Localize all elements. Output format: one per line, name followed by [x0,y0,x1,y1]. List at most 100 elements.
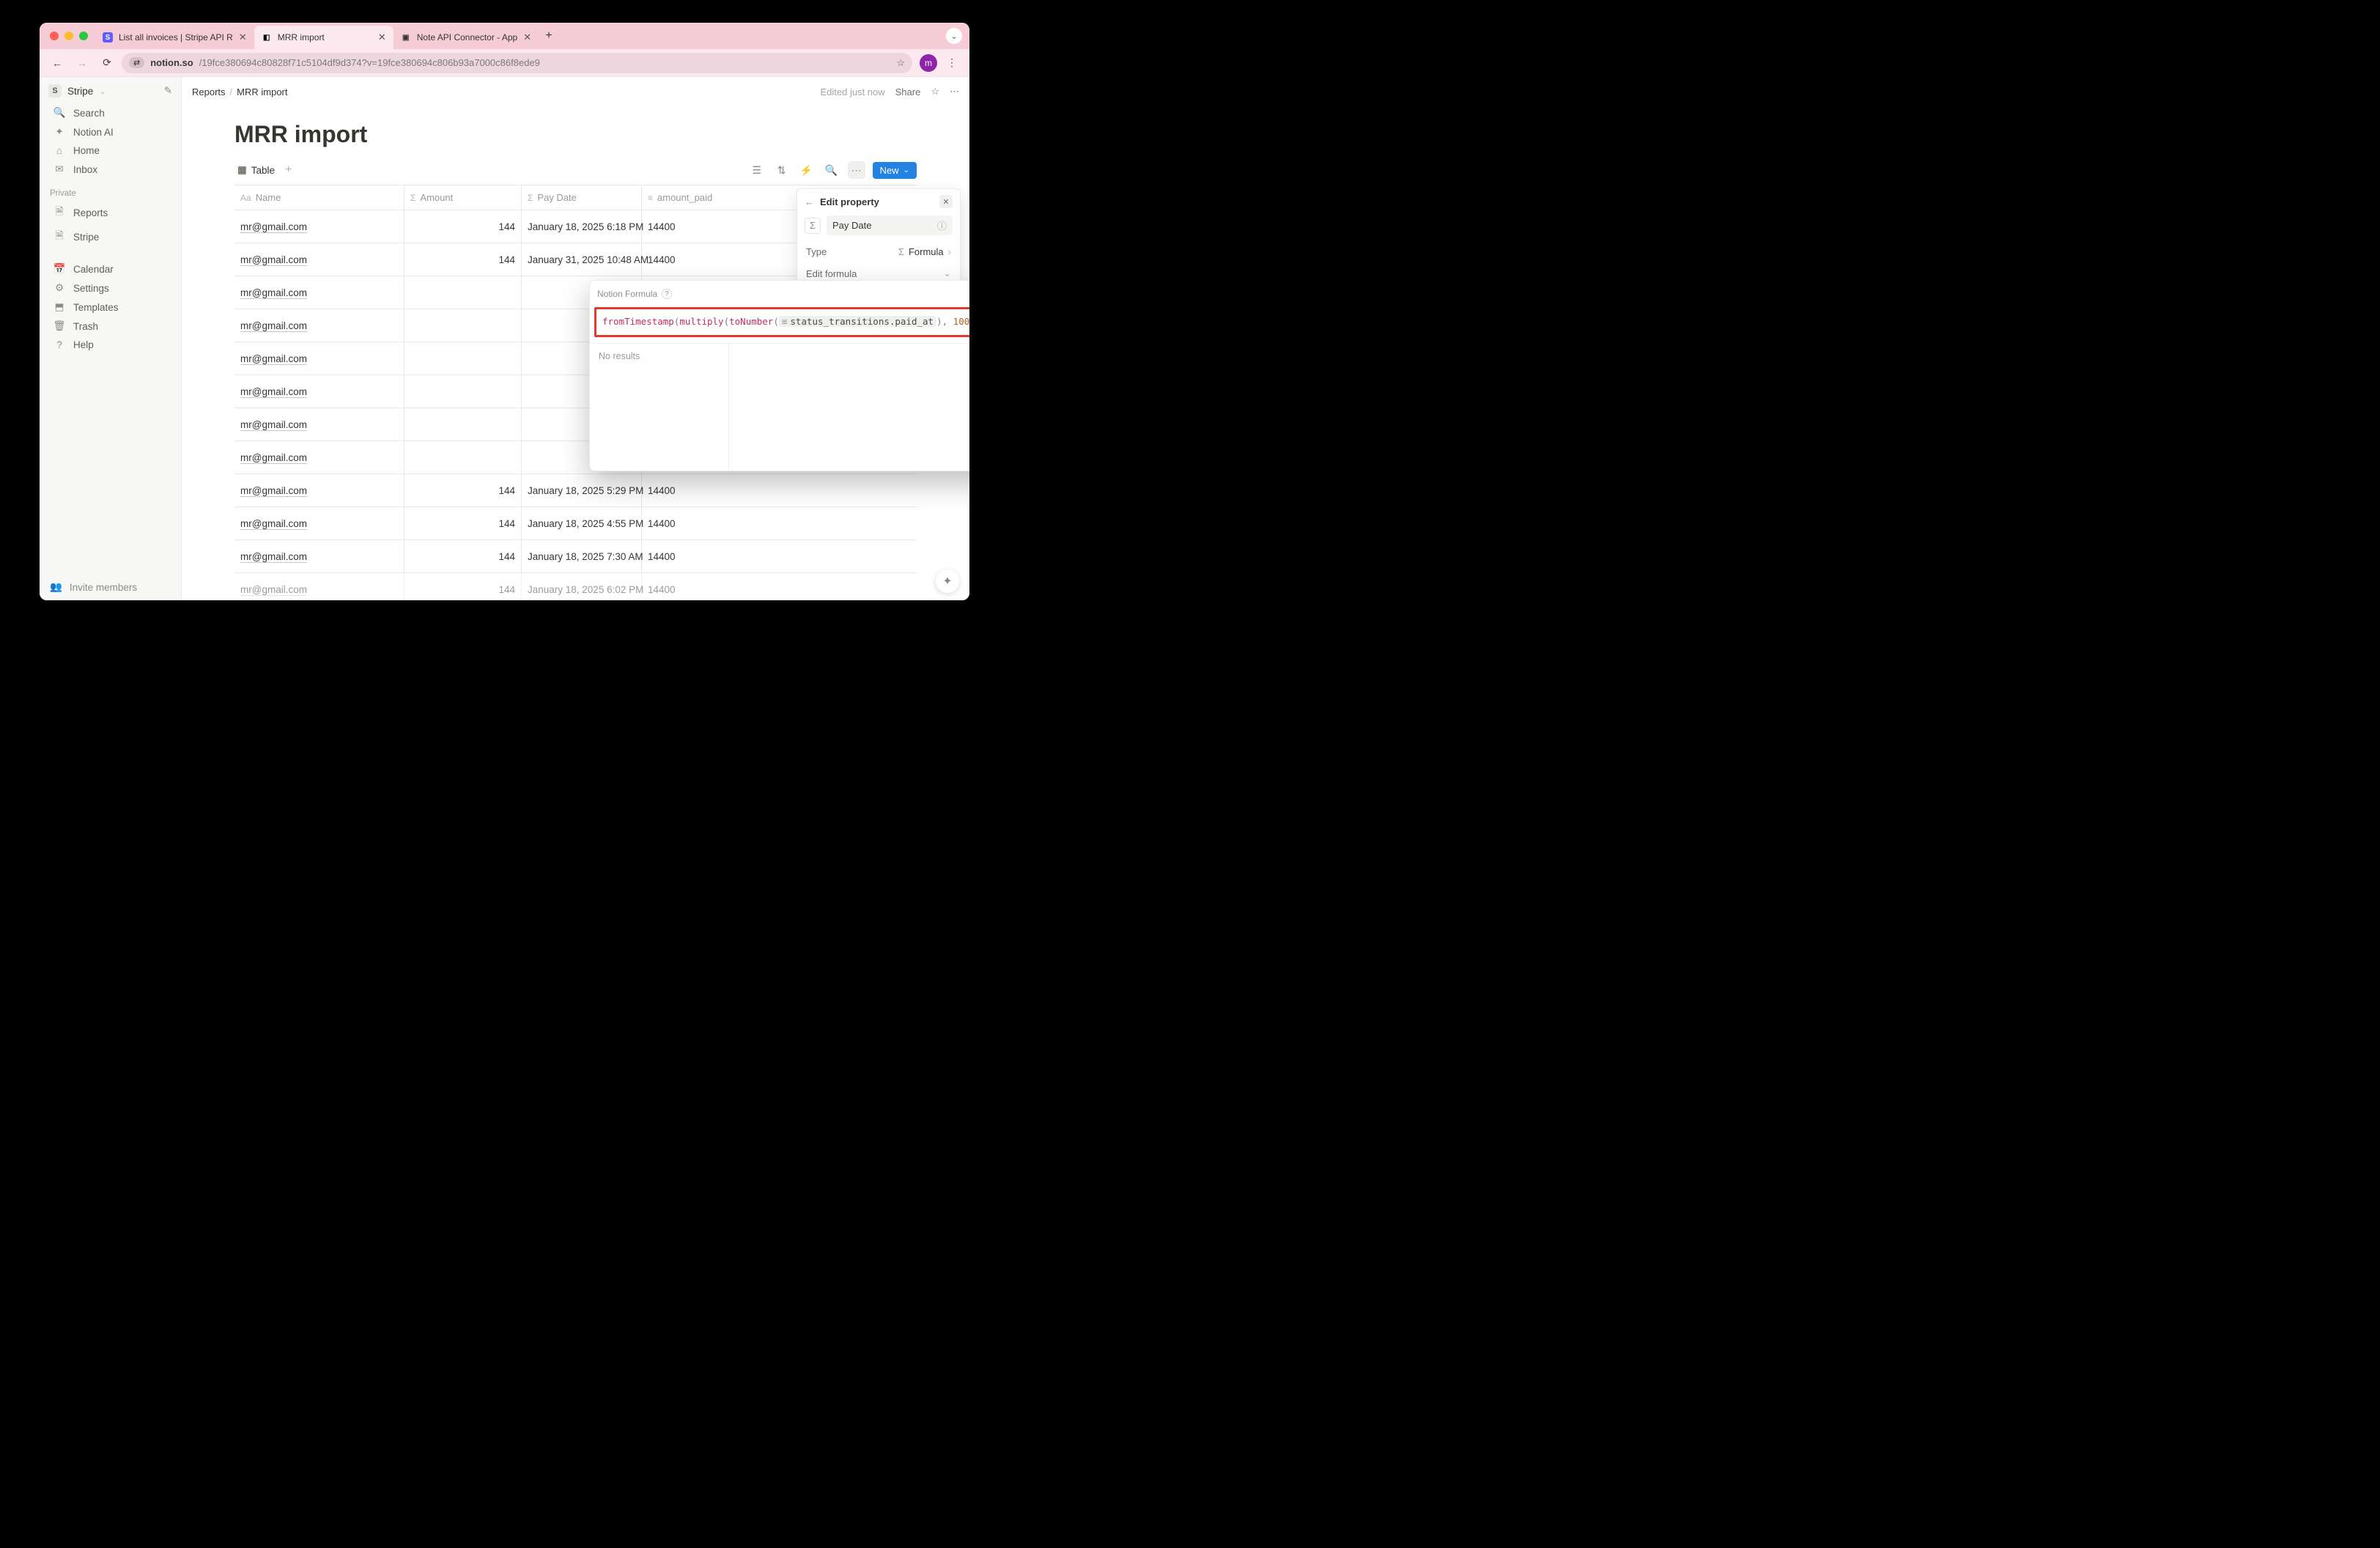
search-icon[interactable]: 🔍 [823,161,840,179]
sidebar-item-trash[interactable]: 🗑Trash [42,317,178,336]
new-button[interactable]: New⌄ [873,162,917,179]
cell-name[interactable]: mr@gmail.com [234,540,404,572]
cell-amountpaid[interactable]: 14400 [642,243,709,276]
formula-icon[interactable]: Σ [805,218,821,234]
cell-name[interactable]: mr@gmail.com [234,573,404,600]
table-row[interactable]: mr@gmail.com144January 18, 2025 6:02 PM1… [234,573,917,600]
bookmark-star-icon[interactable]: ☆ [896,57,905,69]
sidebar-item-notion-ai[interactable]: ✦Notion AI [42,122,178,141]
cell-amount[interactable] [404,309,522,342]
view-options-button[interactable]: ⋯ [848,161,865,179]
cell-amount[interactable]: 144 [404,507,522,539]
page-more-button[interactable]: ⋯ [950,86,959,97]
filter-icon[interactable]: ☰ [748,161,766,179]
cell-paydate[interactable]: January 18, 2025 6:02 PM [522,573,642,600]
compose-button[interactable]: ✎ [164,85,172,97]
fullscreen-window-button[interactable] [79,32,88,40]
cell-amount[interactable]: 144 [404,573,522,600]
cell-amountpaid[interactable]: 14400 [642,573,709,600]
column-header-amount[interactable]: ΣAmount [404,185,522,210]
cell-name[interactable]: mr@gmail.com [234,243,404,276]
invite-members-button[interactable]: 👥 Invite members [40,574,181,600]
cell-amount[interactable] [404,276,522,309]
cell-paydate[interactable]: January 31, 2025 10:48 AM [522,243,642,276]
close-window-button[interactable] [50,32,59,40]
sort-icon[interactable]: ⇅ [773,161,791,179]
table-row[interactable]: mr@gmail.com144January 18, 2025 4:55 PM1… [234,507,917,540]
cell-amountpaid[interactable]: 14400 [642,474,709,506]
favorite-star-icon[interactable]: ☆ [931,86,939,97]
sidebar-item-home[interactable]: ⌂Home [42,141,178,160]
close-tab-icon[interactable]: ✕ [378,32,386,43]
forward-button[interactable]: → [72,53,92,73]
close-tab-icon[interactable]: ✕ [239,32,247,43]
cell-amount[interactable] [404,342,522,375]
cell-name[interactable]: mr@gmail.com [234,342,404,375]
cell-amount[interactable] [404,408,522,441]
new-tab-button[interactable]: + [539,29,559,43]
cell-paydate[interactable]: January 18, 2025 7:30 AM [522,540,642,572]
sidebar-item-help[interactable]: ?Help [42,336,178,354]
cell-paydate[interactable]: January 18, 2025 5:29 PM [522,474,642,506]
info-icon[interactable]: ⓘ [937,218,947,232]
sidebar-item-calendar[interactable]: 📅Calendar [42,259,178,279]
sidebar-page-stripe[interactable]: 🗎Stripe [42,225,178,249]
cell-amountpaid[interactable]: 14400 [642,210,709,243]
column-header-paydate[interactable]: ΣPay Date [522,185,642,210]
workspace-switcher[interactable]: S Stripe ⌄ ✎ [40,77,181,103]
cell-amount[interactable]: 144 [404,474,522,506]
cell-amount[interactable] [404,375,522,408]
automation-icon[interactable]: ⚡ [798,161,816,179]
address-bar[interactable]: ⇄ notion.so/19fce380694c80828f71c5104df9… [122,53,912,73]
site-info-chip[interactable]: ⇄ [129,57,144,68]
sidebar-item-templates[interactable]: ⬒Templates [42,298,178,317]
profile-avatar[interactable]: m [920,54,937,72]
cell-name[interactable]: mr@gmail.com [234,276,404,309]
tab-overflow-button[interactable]: ⌄ [946,28,962,44]
column-header-name[interactable]: AaName [234,185,404,210]
page-title[interactable]: MRR import [234,121,917,148]
cell-name[interactable]: mr@gmail.com [234,441,404,473]
help-icon[interactable]: ? [662,289,672,299]
sidebar-item-search[interactable]: 🔍Search [42,103,178,122]
add-view-button[interactable]: + [285,163,292,177]
property-token[interactable]: ≡status_transitions.paid_at [779,316,936,327]
browser-menu-button[interactable]: ⋮ [942,53,962,73]
property-type-row[interactable]: Type ΣFormula› [797,241,960,262]
cell-name[interactable]: mr@gmail.com [234,474,404,506]
back-button[interactable]: ← [47,53,67,73]
column-header-amountpaid[interactable]: ≡amount_paid [642,185,709,210]
reload-button[interactable]: ⟳ [97,53,117,73]
cell-amount[interactable] [404,441,522,473]
cell-name[interactable]: mr@gmail.com [234,309,404,342]
cell-name[interactable]: mr@gmail.com [234,375,404,408]
breadcrumb-current[interactable]: MRR import [237,86,287,97]
view-tab-table[interactable]: ▦ Table [234,161,278,179]
formula-input[interactable]: fromTimestamp(multiply(toNumber(≡status_… [594,307,969,337]
breadcrumb-parent[interactable]: Reports [192,86,226,97]
sidebar-item-settings[interactable]: ⚙Settings [42,279,178,298]
property-name-input[interactable]: Pay Date ⓘ [827,215,953,235]
cell-amount[interactable]: 144 [404,540,522,572]
cell-paydate[interactable]: January 18, 2025 6:18 PM [522,210,642,243]
cell-paydate[interactable]: January 18, 2025 4:55 PM [522,507,642,539]
ai-assistant-button[interactable]: ✦ [936,570,959,593]
table-row[interactable]: mr@gmail.com144January 18, 2025 7:30 AM1… [234,540,917,573]
cell-amount[interactable]: 144 [404,210,522,243]
cell-amountpaid[interactable]: 14400 [642,540,709,572]
table-row[interactable]: mr@gmail.com144January 18, 2025 5:29 PM1… [234,474,917,507]
cell-name[interactable]: mr@gmail.com [234,507,404,539]
browser-tab[interactable]: S List all invoices | Stripe API R ✕ [95,26,254,49]
close-popover-button[interactable]: ✕ [939,195,953,208]
close-tab-icon[interactable]: ✕ [523,32,531,43]
share-button[interactable]: Share [895,86,921,97]
back-arrow-icon[interactable]: ← [805,196,814,207]
cell-name[interactable]: mr@gmail.com [234,408,404,441]
minimize-window-button[interactable] [64,32,73,40]
sidebar-page-reports[interactable]: 🗎Reports [42,201,178,225]
cell-amountpaid[interactable]: 14400 [642,507,709,539]
sidebar-item-inbox[interactable]: ✉Inbox [42,160,178,179]
browser-tab-active[interactable]: ◧ MRR import ✕ [254,26,393,49]
cell-amount[interactable]: 144 [404,243,522,276]
cell-name[interactable]: mr@gmail.com [234,210,404,243]
